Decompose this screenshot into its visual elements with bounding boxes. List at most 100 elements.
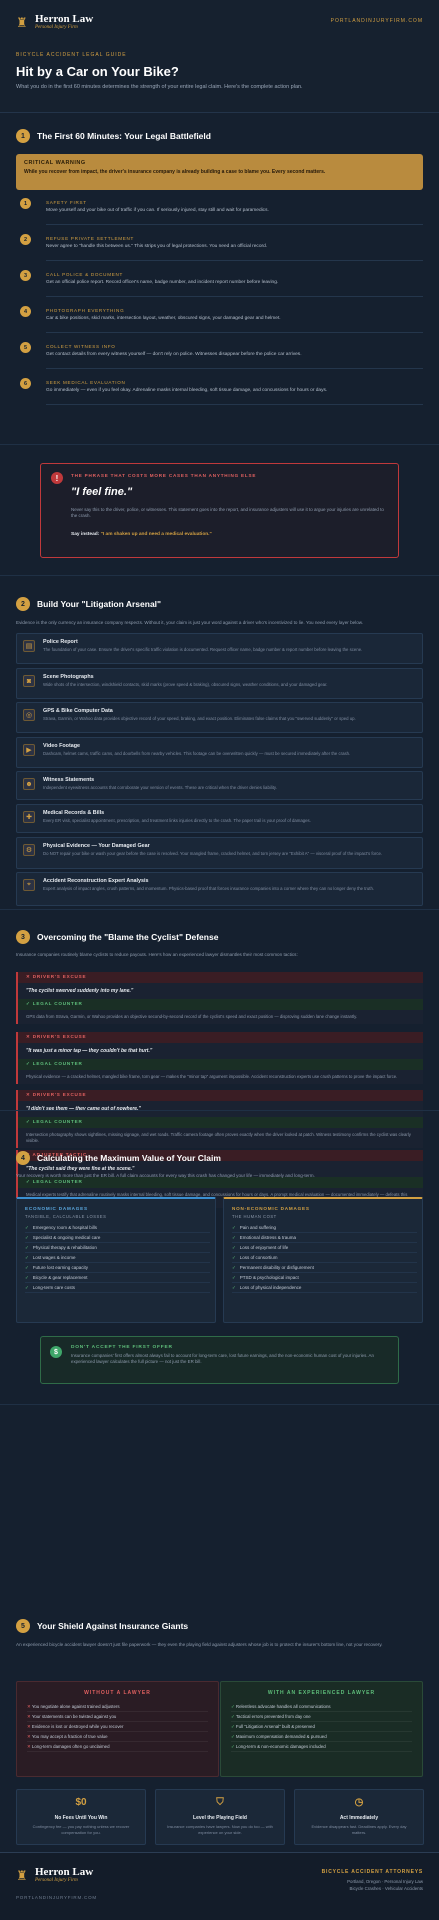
section-intro: Your recovery is worth more than just th… [16,1173,315,1178]
step-description: Car & bike positions, skid marks, inters… [46,316,281,321]
brand-logo[interactable]: ♜ Herron Law Personal Injury Firm [16,14,93,31]
check-icon: ✓ [25,1235,29,1240]
excuse-label: ✕ DRIVER'S EXCUSE [18,1090,423,1101]
i-feel-fine-alert: ! THE PHRASE THAT COSTS MORE CASES THAN … [40,463,399,558]
evidence-description: Strava, Garmin, or Wahoo data provides o… [43,716,356,721]
evidence-card: ◎ GPS & Bike Computer Data Strava, Garmin,… [16,702,423,733]
footer-logo[interactable]: ♜ Herron Law Personal Injury Firm [16,1867,93,1884]
evidence-card: ⌖ Accident Reconstruction Expert Analysis… [16,872,423,906]
list-item: ✕ Long-term damages often go unclaimed [27,1742,208,1752]
evidence-card: ✚ Medical Records & Bills Every ER visit, … [16,804,423,833]
footer-brand-subtitle: Personal Injury Firm [35,1878,78,1883]
feature-title: Act Immediately [339,1815,379,1821]
evidence-title: Physical Evidence — Your Damaged Gear [43,843,150,849]
dollar-icon: $ [50,1346,62,1358]
list-item-label: Loss of enjoyment of life [239,1245,289,1250]
list-item-label: Permanent disability or disfigurement [239,1265,314,1270]
step-number: 3 [20,270,31,281]
list-item: ✓ Relentless advocate handles all commun… [231,1702,412,1712]
evidence-card: ▤ Police Report The foundation of your cas… [16,633,423,664]
blame-defense-item: ✕ DRIVER'S EXCUSE "I didn't see them — th… [16,1090,423,1148]
feature-description: Contingency fee — you pay nothing unless… [32,1824,130,1835]
alert-text: Never say this to the driver, police, or… [71,507,384,519]
list-item-label: You negotiate alone against trained adju… [31,1704,120,1709]
list-item: ✕ You may accept a fraction of true valu… [27,1732,208,1742]
check-icon: ✓ [232,1275,236,1280]
evidence-description: Do NOT repair your bike or wash your gea… [43,851,383,856]
list-item: ✓ Maximum compensation demanded & pursue… [231,1732,412,1742]
non-economic-subtitle: THE HUMAN COST [232,1214,277,1219]
guide-kicker: BICYCLE ACCIDENT LEGAL GUIDE [16,52,127,58]
section-number: 1 [16,129,30,143]
check-icon: ✓ [232,1265,236,1270]
alert-label: THE PHRASE THAT COSTS MORE CASES THAN AN… [71,473,257,478]
step-title: SAFETY FIRST [46,200,87,205]
step-number: 1 [20,198,31,209]
footer-brand-name: Herron Law [35,1866,94,1878]
feature-card: ⛉ Level the Playing Field Insurance compan… [155,1789,285,1845]
feature-card: ◷ Act Immediately Evidence disappears fast… [294,1789,424,1845]
with-lawyer-card: WITH AN EXPERIENCED LAWYER ✓ Relentless … [220,1681,423,1777]
warning-text: While you recover from impact, the drive… [24,169,326,175]
evidence-description: Every ER visit, specialist appointment, … [43,818,311,823]
step-number: 6 [20,378,31,389]
feature-title: No Fees Until You Win [54,1815,108,1821]
evidence-title: Witness Statements [43,777,95,783]
feature-title: Level the Playing Field [193,1815,247,1821]
say-instead-label: Say instead: [71,532,100,537]
section-number: 3 [16,930,30,944]
economic-title: ECONOMIC DAMAGES [25,1206,88,1211]
list-item: ✓ Specialist & ongoing medical care [25,1233,210,1243]
footer-location-2: Bicycle Crashes · Vehicular Accidents [349,1886,423,1891]
lion-crest-icon: ♜ [16,1867,28,1883]
list-item-label: Emergency room & hospital bills [32,1225,98,1230]
list-item-label: Maximum compensation demanded & pursued [235,1734,327,1739]
list-item: ✓ Tactical errors prevented from day one [231,1712,412,1722]
footer-site-link[interactable]: PORTLANDINJURYFIRM.COM [16,1895,97,1900]
list-item-label: Relentless advocate handles all communic… [235,1704,331,1709]
step-number: 5 [20,342,31,353]
section-title: Build Your "Litigation Arsenal" [37,599,162,609]
non-economic-title: NON-ECONOMIC DAMAGES [232,1206,310,1211]
site-link[interactable]: PORTLANDINJURYFIRM.COM [331,18,423,24]
evidence-description: Wide shots of the intersection, windshie… [43,682,328,687]
divider [46,332,423,333]
section-number: 5 [16,1619,30,1633]
check-icon: ✓ [25,1225,29,1230]
feature-description: Insurance companies have lawyers. Now yo… [167,1824,273,1835]
step-item: 2 REFUSE PRIVATE SETTLEMENT Never agree to… [16,234,423,261]
check-icon: ✓ [232,1255,236,1260]
list-item: ✓ Loss of consortium [232,1253,417,1263]
list-item-label: Long-term care costs [32,1285,76,1290]
list-item: ✓ Physical therapy & rehabilitation [25,1243,210,1253]
evidence-description: Independent eyewitness accounts that cor… [43,785,277,790]
shield-icon: ⛉ [216,1797,224,1808]
without-lawyer-card: WITHOUT A LAWYER ✕ You negotiate alone a… [16,1681,219,1777]
alert-quote: "I feel fine." [71,486,133,498]
evidence-title: Video Footage [43,743,81,749]
infographic-page: ♜ Herron Law Personal Injury Firm PORTLA… [0,0,439,1920]
counter-text: GPS data from Strava, Garmin, or Wahoo p… [26,1014,358,1019]
counter-text: Intersection photography shows sightline… [26,1132,411,1143]
list-item: ✓ Full "Litigation Arsenal" built & pres… [231,1722,412,1732]
step-number: 2 [20,234,31,245]
non-economic-list: ✓ Pain and suffering ✓ Emotional distress &… [232,1223,417,1293]
list-item-label: PTSD & psychological impact [239,1275,299,1280]
section-intro: An experienced bicycle accident lawyer d… [16,1642,383,1647]
economic-list: ✓ Emergency room & hospital bills ✓ Special… [25,1223,210,1293]
check-icon: ✓ [232,1235,236,1240]
evidence-card: ☻ Witness Statements Independent eyewitnes… [16,771,423,800]
list-item-label: You may accept a fraction of true value [31,1734,108,1739]
list-item: ✓ Permanent disability or disfigurement [232,1263,417,1273]
footer-location-1: Portland, Oregon · Personal Injury Law [347,1879,423,1884]
list-item-label: Loss of physical independence [239,1285,302,1290]
blame-defense-item: ✕ DRIVER'S EXCUSE "The cyclist swerved su… [16,972,423,1024]
excuse-label: ✕ DRIVER'S EXCUSE [18,972,423,983]
divider [46,224,423,225]
list-item-label: Bicycle & gear replacement [32,1275,88,1280]
with-list: ✓ Relentless advocate handles all commun… [231,1702,412,1752]
economic-damages-card: ECONOMIC DAMAGES TANGIBLE, CALCULABLE LO… [16,1197,216,1323]
check-icon: ✓ [232,1285,236,1290]
with-title: WITH AN EXPERIENCED LAWYER [267,1690,376,1696]
list-item-label: Specialist & ongoing medical care [32,1235,101,1240]
